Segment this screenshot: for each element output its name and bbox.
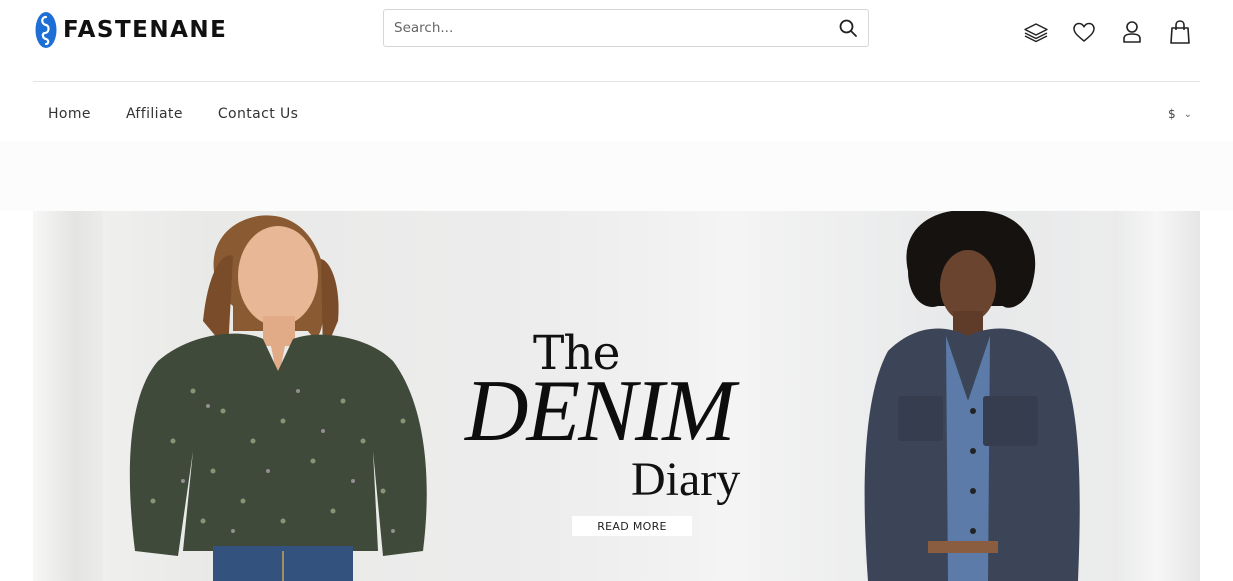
currency-label: $: [1168, 107, 1176, 121]
hero-line-diary: Diary: [631, 453, 741, 506]
hero-banner[interactable]: The DENIM Diary READ MORE: [33, 211, 1200, 581]
main-nav: Home Affiliate Contact Us: [48, 104, 333, 124]
user-icon[interactable]: [1116, 16, 1148, 48]
hero-line-denim: DENIM: [465, 363, 736, 460]
search-input[interactable]: [384, 10, 828, 46]
header-divider: [33, 81, 1200, 82]
brand-name: FASTENANE: [63, 17, 228, 43]
layers-icon[interactable]: [1020, 16, 1052, 48]
search-icon[interactable]: [828, 10, 868, 46]
chevron-down-icon: ⌄: [1183, 108, 1193, 120]
curtain-right: [1113, 211, 1200, 581]
nav-item-contact-us[interactable]: Contact Us: [218, 106, 298, 122]
site-header: FASTENANE: [0, 0, 1233, 82]
logo-mark-icon: [35, 12, 57, 48]
hero-headline: The DENIM Diary READ MORE: [453, 326, 803, 546]
logo[interactable]: FASTENANE: [34, 10, 227, 50]
heart-icon[interactable]: [1068, 16, 1100, 48]
read-more-button[interactable]: READ MORE: [572, 516, 692, 536]
bag-icon[interactable]: [1164, 16, 1196, 48]
hero-model-right-image: [864, 211, 1080, 581]
currency-selector[interactable]: $ ⌄: [1168, 104, 1192, 124]
header-icons: [1020, 16, 1196, 48]
hero-model-left-image: [129, 215, 427, 581]
nav-item-home[interactable]: Home: [48, 106, 91, 122]
nav-item-affiliate[interactable]: Affiliate: [126, 106, 183, 122]
spacer-band: [0, 142, 1233, 211]
search-bar: [383, 9, 869, 47]
